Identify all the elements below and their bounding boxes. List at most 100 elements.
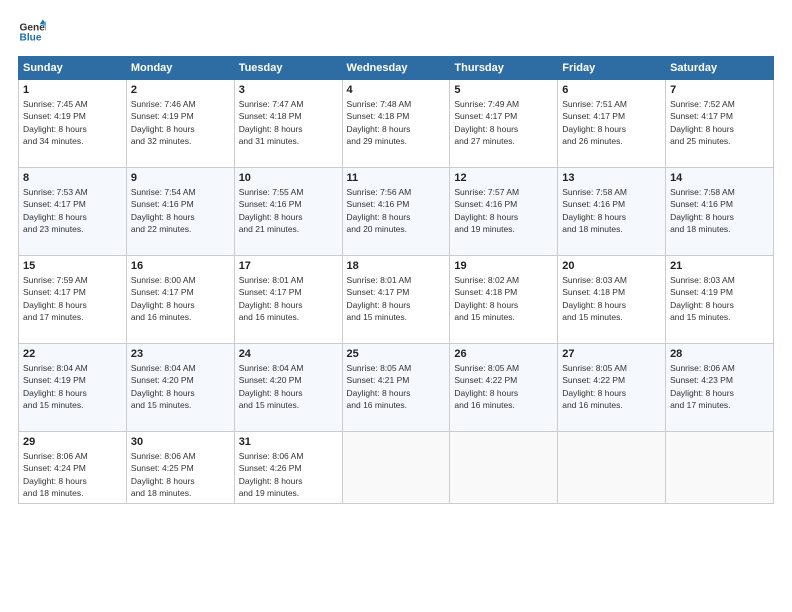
weekday-header-wednesday: Wednesday <box>342 57 450 80</box>
cell-details: Sunrise: 7:49 AMSunset: 4:17 PMDaylight:… <box>454 98 553 147</box>
calendar-cell: 4 Sunrise: 7:48 AMSunset: 4:18 PMDaylight… <box>342 80 450 168</box>
cell-details: Sunrise: 7:56 AMSunset: 4:16 PMDaylight:… <box>347 186 446 235</box>
calendar-cell <box>558 432 666 504</box>
calendar-cell: 11 Sunrise: 7:56 AMSunset: 4:16 PMDayligh… <box>342 168 450 256</box>
day-number: 30 <box>131 436 230 448</box>
cell-details: Sunrise: 7:51 AMSunset: 4:17 PMDaylight:… <box>562 98 661 147</box>
day-number: 3 <box>239 84 338 96</box>
day-number: 23 <box>131 348 230 360</box>
day-number: 1 <box>23 84 122 96</box>
calendar-cell: 6 Sunrise: 7:51 AMSunset: 4:17 PMDaylight… <box>558 80 666 168</box>
cell-details: Sunrise: 8:00 AMSunset: 4:17 PMDaylight:… <box>131 274 230 323</box>
cell-details: Sunrise: 8:03 AMSunset: 4:19 PMDaylight:… <box>670 274 769 323</box>
page: General Blue SundayMondayTuesdayWednesda… <box>0 0 792 612</box>
day-number: 20 <box>562 260 661 272</box>
calendar-cell: 8 Sunrise: 7:53 AMSunset: 4:17 PMDaylight… <box>19 168 127 256</box>
cell-details: Sunrise: 8:04 AMSunset: 4:20 PMDaylight:… <box>131 362 230 411</box>
calendar-cell: 20 Sunrise: 8:03 AMSunset: 4:18 PMDayligh… <box>558 256 666 344</box>
day-number: 6 <box>562 84 661 96</box>
calendar-cell: 19Sunrise: 8:02 AMSunset: 4:18 PMDayligh… <box>450 256 558 344</box>
calendar-cell: 24 Sunrise: 8:04 AMSunset: 4:20 PMDayligh… <box>234 344 342 432</box>
day-number: 28 <box>670 348 769 360</box>
calendar-cell: 16 Sunrise: 8:00 AMSunset: 4:17 PMDayligh… <box>126 256 234 344</box>
svg-text:Blue: Blue <box>20 33 42 44</box>
day-number: 15 <box>23 260 122 272</box>
day-number: 29 <box>23 436 122 448</box>
cell-details: Sunrise: 8:05 AMSunset: 4:22 PMDaylight:… <box>562 362 661 411</box>
day-number: 4 <box>347 84 446 96</box>
calendar-cell: 18 Sunrise: 8:01 AMSunset: 4:17 PMDayligh… <box>342 256 450 344</box>
weekday-header-sunday: Sunday <box>19 57 127 80</box>
day-number: 13 <box>562 172 661 184</box>
calendar-cell: 28 Sunrise: 8:06 AMSunset: 4:23 PMDayligh… <box>666 344 774 432</box>
calendar-cell: 15 Sunrise: 7:59 AMSunset: 4:17 PMDayligh… <box>19 256 127 344</box>
cell-details: Sunrise: 8:06 AMSunset: 4:23 PMDaylight:… <box>670 362 769 411</box>
calendar-cell <box>342 432 450 504</box>
calendar-cell: 9 Sunrise: 7:54 AMSunset: 4:16 PMDaylight… <box>126 168 234 256</box>
calendar-cell: 25 Sunrise: 8:05 AMSunset: 4:21 PMDayligh… <box>342 344 450 432</box>
calendar-cell: 3 Sunrise: 7:47 AMSunset: 4:18 PMDaylight… <box>234 80 342 168</box>
day-number: 31 <box>239 436 338 448</box>
calendar-cell: 10 Sunrise: 7:55 AMSunset: 4:16 PMDayligh… <box>234 168 342 256</box>
calendar-cell: 29 Sunrise: 8:06 AMSunset: 4:24 PMDayligh… <box>19 432 127 504</box>
weekday-header-saturday: Saturday <box>666 57 774 80</box>
calendar-cell: 30 Sunrise: 8:06 AMSunset: 4:25 PMDayligh… <box>126 432 234 504</box>
day-number: 24 <box>239 348 338 360</box>
calendar-cell: 21Sunrise: 8:03 AMSunset: 4:19 PMDayligh… <box>666 256 774 344</box>
day-number: 22 <box>23 348 122 360</box>
cell-details: Sunrise: 8:02 AMSunset: 4:18 PMDaylight:… <box>454 274 553 323</box>
day-number: 14 <box>670 172 769 184</box>
cell-details: Sunrise: 7:55 AMSunset: 4:16 PMDaylight:… <box>239 186 338 235</box>
header: General Blue <box>18 18 774 46</box>
cell-details: Sunrise: 8:04 AMSunset: 4:20 PMDaylight:… <box>239 362 338 411</box>
cell-details: Sunrise: 7:48 AMSunset: 4:18 PMDaylight:… <box>347 98 446 147</box>
calendar-cell: 2 Sunrise: 7:46 AMSunset: 4:19 PMDaylight… <box>126 80 234 168</box>
day-number: 18 <box>347 260 446 272</box>
cell-details: Sunrise: 7:45 AMSunset: 4:19 PMDaylight:… <box>23 98 122 147</box>
day-number: 12 <box>454 172 553 184</box>
day-number: 27 <box>562 348 661 360</box>
calendar-cell: 5 Sunrise: 7:49 AMSunset: 4:17 PMDaylight… <box>450 80 558 168</box>
calendar-cell: 7 Sunrise: 7:52 AMSunset: 4:17 PMDaylight… <box>666 80 774 168</box>
day-number: 25 <box>347 348 446 360</box>
day-number: 8 <box>23 172 122 184</box>
calendar-cell: 1 Sunrise: 7:45 AMSunset: 4:19 PMDaylight… <box>19 80 127 168</box>
calendar-cell: 17 Sunrise: 8:01 AMSunset: 4:17 PMDayligh… <box>234 256 342 344</box>
calendar-cell <box>666 432 774 504</box>
cell-details: Sunrise: 7:46 AMSunset: 4:19 PMDaylight:… <box>131 98 230 147</box>
day-number: 17 <box>239 260 338 272</box>
day-number: 7 <box>670 84 769 96</box>
day-number: 2 <box>131 84 230 96</box>
cell-details: Sunrise: 7:58 AMSunset: 4:16 PMDaylight:… <box>670 186 769 235</box>
day-number: 9 <box>131 172 230 184</box>
cell-details: Sunrise: 8:06 AMSunset: 4:26 PMDaylight:… <box>239 450 338 499</box>
cell-details: Sunrise: 8:03 AMSunset: 4:18 PMDaylight:… <box>562 274 661 323</box>
cell-details: Sunrise: 7:47 AMSunset: 4:18 PMDaylight:… <box>239 98 338 147</box>
weekday-header-thursday: Thursday <box>450 57 558 80</box>
weekday-header-monday: Monday <box>126 57 234 80</box>
logo: General Blue <box>18 18 46 46</box>
day-number: 11 <box>347 172 446 184</box>
calendar-cell: 31 Sunrise: 8:06 AMSunset: 4:26 PMDayligh… <box>234 432 342 504</box>
cell-details: Sunrise: 8:05 AMSunset: 4:22 PMDaylight:… <box>454 362 553 411</box>
cell-details: Sunrise: 8:05 AMSunset: 4:21 PMDaylight:… <box>347 362 446 411</box>
calendar-cell: 22Sunrise: 8:04 AMSunset: 4:19 PMDayligh… <box>19 344 127 432</box>
cell-details: Sunrise: 7:58 AMSunset: 4:16 PMDaylight:… <box>562 186 661 235</box>
weekday-header-friday: Friday <box>558 57 666 80</box>
calendar-cell: 13 Sunrise: 7:58 AMSunset: 4:16 PMDayligh… <box>558 168 666 256</box>
cell-details: Sunrise: 7:54 AMSunset: 4:16 PMDaylight:… <box>131 186 230 235</box>
calendar-cell: 23 Sunrise: 8:04 AMSunset: 4:20 PMDayligh… <box>126 344 234 432</box>
cell-details: Sunrise: 7:53 AMSunset: 4:17 PMDaylight:… <box>23 186 122 235</box>
calendar-cell <box>450 432 558 504</box>
cell-details: Sunrise: 8:01 AMSunset: 4:17 PMDaylight:… <box>347 274 446 323</box>
calendar-cell: 14 Sunrise: 7:58 AMSunset: 4:16 PMDayligh… <box>666 168 774 256</box>
cell-details: Sunrise: 7:57 AMSunset: 4:16 PMDaylight:… <box>454 186 553 235</box>
cell-details: Sunrise: 7:59 AMSunset: 4:17 PMDaylight:… <box>23 274 122 323</box>
cell-details: Sunrise: 8:06 AMSunset: 4:24 PMDaylight:… <box>23 450 122 499</box>
day-number: 10 <box>239 172 338 184</box>
cell-details: Sunrise: 7:52 AMSunset: 4:17 PMDaylight:… <box>670 98 769 147</box>
day-number: 16 <box>131 260 230 272</box>
cell-details: Sunrise: 8:01 AMSunset: 4:17 PMDaylight:… <box>239 274 338 323</box>
cell-details: Sunrise: 8:06 AMSunset: 4:25 PMDaylight:… <box>131 450 230 499</box>
day-number: 5 <box>454 84 553 96</box>
